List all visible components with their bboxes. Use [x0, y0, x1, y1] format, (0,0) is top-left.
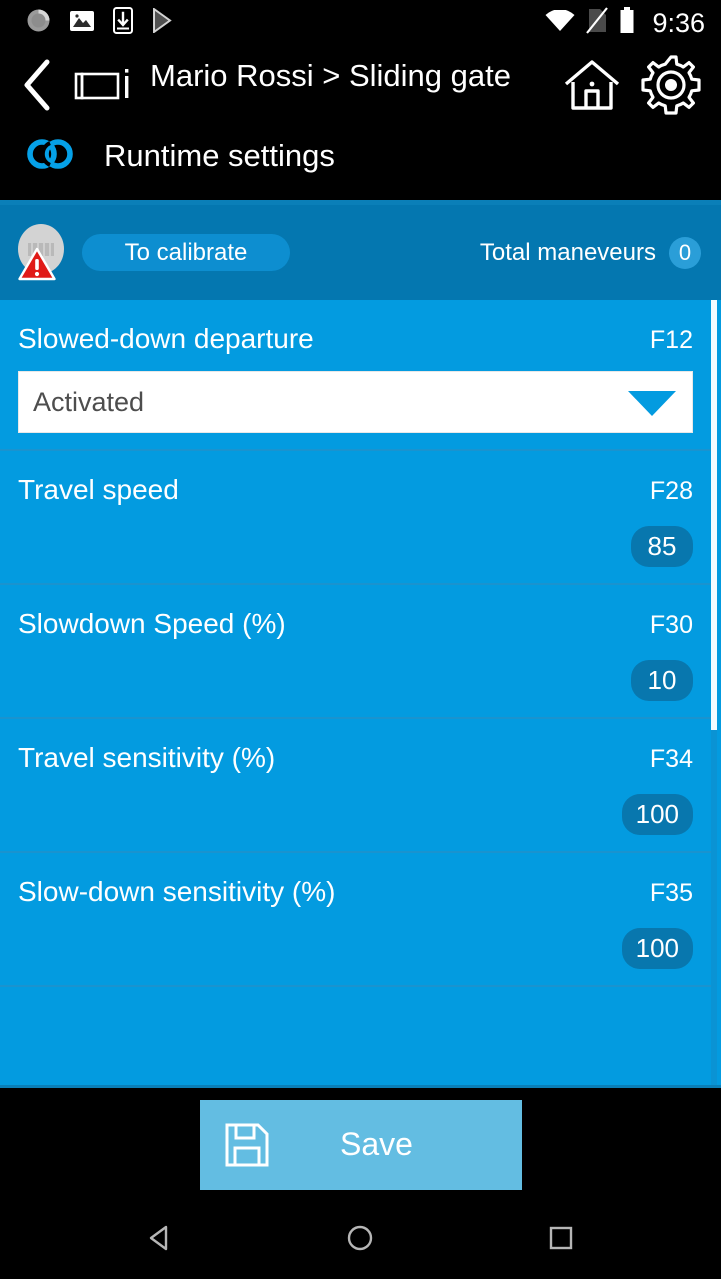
- gear-icon: [640, 54, 702, 121]
- setting-row-header: Slowed-down departure F12: [18, 300, 693, 357]
- calibrate-badge-label: To calibrate: [124, 238, 248, 266]
- setting-value-badge[interactable]: 100: [621, 794, 693, 835]
- home-icon: [562, 58, 622, 117]
- device-type-button[interactable]: [70, 52, 136, 116]
- calibrate-badge[interactable]: To calibrate: [82, 234, 290, 271]
- header-subtitle-row: Runtime settings: [14, 128, 707, 190]
- sync-spinner-icon: [26, 8, 51, 38]
- device-status-icon-group: [12, 223, 70, 282]
- setting-value-area: Activated: [18, 357, 693, 449]
- warning-triangle-icon: [18, 247, 56, 286]
- setting-row-header: Slow-down sensitivity (%) F35: [18, 853, 693, 910]
- setting-value-area: 10: [18, 642, 693, 717]
- back-chevron-icon: [20, 59, 54, 116]
- select-value: Activated: [33, 386, 145, 417]
- setting-value-badge[interactable]: 100: [621, 928, 693, 969]
- nav-back-icon: [145, 1223, 175, 1258]
- photo-icon: [69, 9, 95, 38]
- setting-code: F35: [649, 879, 693, 907]
- footer-action-bar: Save: [0, 1085, 721, 1201]
- setting-row-f34[interactable]: Travel sensitivity (%) F34 100: [0, 719, 711, 853]
- setting-code: F28: [649, 477, 693, 505]
- total-maneuvers: Total maneveurs 0: [479, 236, 701, 269]
- setting-row-f35[interactable]: Slow-down sensitivity (%) F35 100: [0, 853, 711, 987]
- setting-row-header: Travel sensitivity (%) F34: [18, 719, 693, 776]
- setting-label: Travel sensitivity (%): [18, 742, 276, 773]
- nav-home-button[interactable]: [325, 1210, 395, 1270]
- setting-row-f28[interactable]: Travel speed F28 85: [0, 451, 711, 585]
- header-main-row: Mario Rossi > Sliding gate: [14, 52, 707, 132]
- total-maneuvers-count: 0: [669, 236, 701, 269]
- setting-value-badge[interactable]: 85: [631, 526, 693, 567]
- nav-back-button[interactable]: [125, 1210, 195, 1270]
- nav-recents-button[interactable]: [526, 1210, 596, 1270]
- status-bar-indicators: 9:36: [545, 7, 705, 39]
- setting-value-area: 100: [18, 776, 693, 851]
- save-button-label: Save: [340, 1126, 413, 1162]
- app-header: Mario Rossi > Sliding gate Runtime setti…: [0, 46, 721, 200]
- link-button[interactable]: [14, 130, 88, 182]
- back-button[interactable]: [14, 52, 60, 116]
- app-root: 9:36 Mario Rossi > Sliding gate Runtime …: [0, 0, 721, 1279]
- linked-rings-icon: [25, 133, 77, 180]
- slowed-down-departure-select[interactable]: Activated: [18, 371, 693, 433]
- home-button[interactable]: [559, 52, 625, 122]
- setting-row-f30[interactable]: Slowdown Speed (%) F30 10: [0, 585, 711, 719]
- setting-row-header: Travel speed F28: [18, 451, 693, 508]
- setting-label: Travel speed: [18, 474, 179, 505]
- setting-label: Slowdown Speed (%): [18, 608, 286, 639]
- settings-list-container[interactable]: Slowed-down departure F12 Activated Trav…: [0, 300, 721, 1085]
- wifi-icon: [545, 8, 575, 37]
- setting-code: F34: [649, 745, 693, 773]
- setting-row-header: Slowdown Speed (%) F30: [18, 585, 693, 642]
- nav-recents-icon: [547, 1224, 575, 1257]
- status-bar-clock: 9:36: [652, 7, 705, 38]
- status-bar-notifications: [26, 7, 173, 39]
- device-status-strip: To calibrate Total maneveurs 0: [0, 205, 721, 300]
- page-subtitle: Runtime settings: [104, 138, 335, 173]
- setting-code: F12: [649, 326, 693, 354]
- page-title: Mario Rossi > Sliding gate: [150, 58, 511, 93]
- sliding-gate-icon: [73, 64, 133, 111]
- setting-label: Slowed-down departure: [18, 323, 314, 354]
- save-button[interactable]: Save: [199, 1099, 522, 1190]
- setting-code: F30: [649, 611, 693, 639]
- android-status-bar: 9:36: [0, 0, 721, 46]
- play-store-icon: [151, 7, 173, 38]
- setting-value-area: 85: [18, 508, 693, 583]
- android-navigation-bar: [0, 1201, 721, 1279]
- scrollbar-thumb[interactable]: [711, 300, 717, 730]
- no-sim-icon: [586, 7, 609, 39]
- chevron-down-icon[interactable]: [624, 385, 680, 419]
- total-maneuvers-label: Total maneveurs: [479, 238, 656, 266]
- setting-label: Slow-down sensitivity (%): [18, 876, 336, 907]
- settings-button[interactable]: [635, 52, 707, 122]
- settings-list: Slowed-down departure F12 Activated Trav…: [0, 300, 721, 1085]
- app-install-icon: [113, 7, 133, 39]
- setting-row-f12[interactable]: Slowed-down departure F12 Activated: [0, 300, 711, 451]
- floppy-disk-icon: [224, 1122, 270, 1168]
- setting-value-area: 100: [18, 910, 693, 985]
- setting-value-badge[interactable]: 10: [631, 660, 693, 701]
- nav-home-icon: [345, 1223, 375, 1258]
- battery-icon: [619, 7, 635, 39]
